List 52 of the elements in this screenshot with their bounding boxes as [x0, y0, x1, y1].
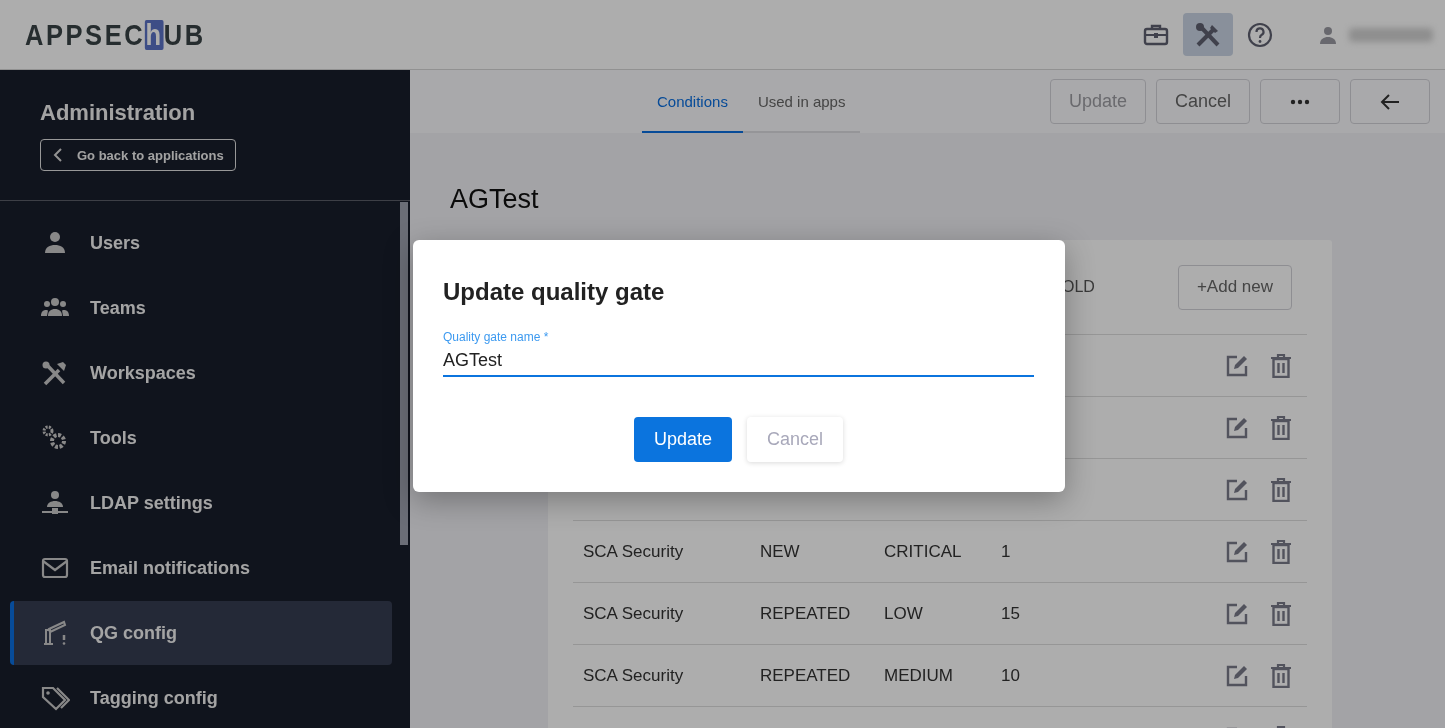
tag-icon — [40, 684, 70, 712]
more-icon — [1290, 98, 1310, 105]
table-cell-text: LOW — [884, 603, 924, 624]
sidebar-item[interactable]: Tools — [10, 406, 392, 470]
scrollbar[interactable] — [400, 202, 408, 545]
trash-icon[interactable] — [1270, 353, 1292, 378]
sidebar-item[interactable]: Users — [10, 211, 392, 275]
table-cell-text: NEW — [760, 541, 801, 562]
back-button[interactable] — [1350, 79, 1430, 124]
update-button[interactable]: Update — [633, 417, 732, 462]
app-logo: APPSEChUB — [25, 19, 206, 50]
name-input-field[interactable]: Quality gate name * AGTest — [443, 330, 1034, 377]
sidebar-item[interactable]: QG config — [10, 601, 392, 665]
user-icon — [1319, 25, 1337, 44]
table-cell-text: SCA Security — [583, 603, 685, 624]
table-cell: 15 — [1001, 603, 1020, 624]
table-cell-text: REPEATED — [760, 603, 852, 624]
back-to-applications-button[interactable]: Go back to applications — [40, 139, 236, 171]
sidebar-item[interactable]: Workspaces — [10, 341, 392, 405]
edit-icon[interactable] — [1225, 415, 1249, 440]
edit-icon[interactable] — [1225, 601, 1249, 626]
table-cell-text: REPEATED — [760, 665, 852, 686]
trash-icon[interactable] — [1270, 663, 1292, 688]
trash-icon[interactable] — [1270, 539, 1292, 564]
cancel-button[interactable]: Cancel — [1155, 79, 1250, 124]
table-cell: 1 — [1001, 541, 1011, 562]
arrow-left-icon — [1380, 92, 1400, 111]
trash-icon[interactable] — [1270, 601, 1292, 626]
edit-icon[interactable] — [1225, 663, 1249, 688]
page-title: AGTest — [450, 184, 540, 215]
sidebar-title: Administration — [40, 100, 197, 126]
edit-icon[interactable] — [1225, 539, 1249, 564]
table-cell: 10 — [1001, 665, 1020, 686]
table-cell-text: CRITICAL — [884, 541, 963, 562]
trash-icon[interactable] — [1270, 415, 1292, 440]
table-cell-text: SCA Security — [583, 665, 685, 686]
network-user-icon — [40, 489, 70, 517]
add-new-button[interactable]: +Add new — [1177, 264, 1292, 310]
tools-icon[interactable] — [1183, 13, 1233, 56]
table-cell-text: SCA Security — [583, 541, 685, 562]
sidebar-item[interactable]: Tagging config — [10, 666, 392, 728]
sidebar-item[interactable]: Email notifications — [10, 536, 392, 600]
table-cell-text: MEDIUM — [884, 665, 954, 686]
sidebar-item[interactable]: LDAP settings — [10, 471, 392, 535]
tab[interactable]: Conditions — [642, 71, 743, 133]
tab[interactable]: Used in apps — [742, 71, 861, 133]
sidebar-item[interactable]: Teams — [10, 276, 392, 340]
chevron-left-icon — [53, 148, 63, 162]
trash-icon[interactable] — [1270, 477, 1292, 502]
edit-icon[interactable] — [1225, 353, 1249, 378]
edit-icon[interactable] — [1225, 477, 1249, 502]
dialog-title: Update quality gate — [443, 278, 666, 306]
